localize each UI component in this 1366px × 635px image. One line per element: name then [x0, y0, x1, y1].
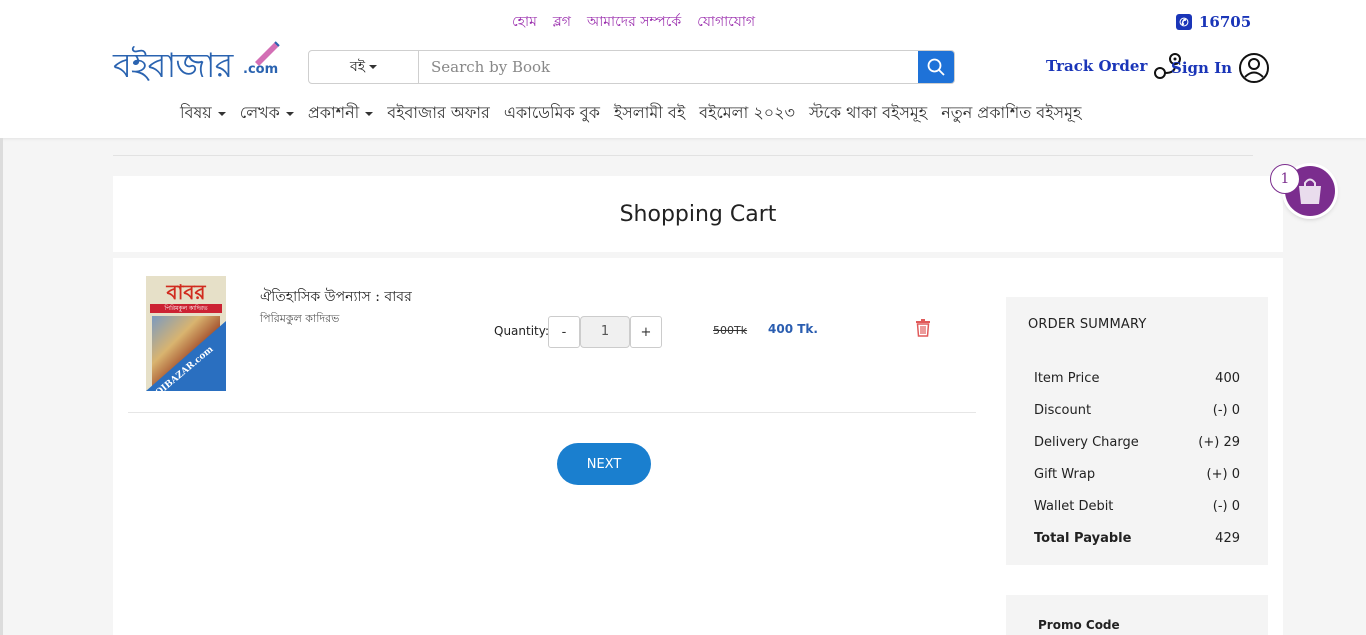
top-link-home[interactable]: হোম: [512, 10, 537, 34]
cart-count-badge: 1: [1270, 164, 1300, 194]
chevron-down-icon: [217, 111, 226, 116]
cover-corner: [146, 321, 226, 391]
summary-value: (-) 0: [1212, 403, 1240, 418]
page-title: Shopping Cart: [619, 202, 777, 227]
site-logo[interactable]: বইবাজার .com: [113, 40, 281, 86]
summary-row-discount: Discount (-) 0: [1034, 403, 1240, 418]
nav-label: বিষয়: [180, 103, 212, 122]
summary-label: Discount: [1034, 403, 1092, 418]
track-order-link[interactable]: Track Order: [1046, 52, 1183, 80]
nav-item-in-stock[interactable]: স্টকে থাকা বইসমূহ: [809, 100, 927, 127]
nav-item-new-releases[interactable]: নতুন প্রকাশিত বইসমূহ: [941, 100, 1081, 127]
top-link-about[interactable]: আমাদের সম্পর্কে: [587, 10, 681, 34]
nav-label: লেখক: [239, 103, 280, 122]
sign-in-label: Sign In: [1171, 59, 1233, 77]
nav-label: ইসলামী বই: [613, 103, 686, 122]
search-category-label: বই: [349, 59, 366, 75]
item-name[interactable]: ঐতিহাসিক উপন্যাস : বাবর: [260, 285, 412, 309]
nav-item-writer[interactable]: লেখক: [240, 100, 294, 127]
nav-item-bookfair[interactable]: বইমেলা ২০২৩: [699, 100, 795, 127]
quantity-field[interactable]: 1: [580, 316, 630, 348]
divider: [113, 155, 1253, 156]
hotline-number: 16705: [1199, 13, 1252, 31]
chevron-down-icon: [369, 65, 378, 69]
logo-text: বইবাজার: [113, 46, 233, 86]
nav-item-subject[interactable]: বিষয়: [180, 100, 226, 127]
nav-label: বইবাজার অফার: [387, 103, 490, 122]
item-author[interactable]: পিরিমকুল কাদিরভ: [260, 310, 339, 329]
order-summary-title: ORDER SUMMARY: [1028, 317, 1147, 332]
summary-value: (+) 29: [1198, 435, 1240, 450]
item-price: 400 Tk.: [768, 322, 818, 336]
top-links: হোম ব্লগ আমাদের সম্পর্কে যোগাযোগ: [512, 10, 755, 34]
page-edge: [0, 138, 3, 635]
top-link-blog[interactable]: ব্লগ: [553, 10, 571, 34]
book-cover[interactable]: বাবর পিরিমকুল কাদিরভ BOIBAZAR.com: [146, 276, 226, 391]
summary-label: Gift Wrap: [1034, 467, 1096, 482]
summary-label: Total Payable: [1034, 531, 1132, 546]
nav-item-publisher[interactable]: প্রকাশনী: [307, 100, 374, 127]
search-bar: বই: [308, 50, 955, 84]
summary-value: (+) 0: [1206, 467, 1240, 482]
cover-author: পিরিমকুল কাদিরভ: [150, 304, 222, 313]
phone-icon: ✆: [1176, 14, 1192, 30]
old-price: 500Tk: [713, 324, 748, 337]
user-icon: [1239, 53, 1270, 83]
next-button[interactable]: NEXT: [557, 443, 651, 485]
quantity-label: Quantity:: [494, 324, 550, 338]
shopping-bag-icon: [1299, 178, 1321, 204]
order-summary: ORDER SUMMARY Item Price 400 Discount (-) …: [1006, 297, 1268, 565]
summary-row-wallet: Wallet Debit (-) 0: [1034, 499, 1240, 514]
chevron-down-icon: [365, 111, 374, 116]
trash-icon: [916, 319, 930, 337]
search-button[interactable]: [918, 51, 954, 83]
page-title-card: Shopping Cart: [113, 176, 1283, 252]
summary-label: Delivery Charge: [1034, 435, 1139, 450]
promo-code-label: Promo Code: [1038, 618, 1120, 632]
summary-row-delivery: Delivery Charge (+) 29: [1034, 435, 1240, 450]
track-order-label: Track Order: [1046, 57, 1148, 75]
top-link-contact[interactable]: যোগাযোগ: [697, 10, 755, 34]
summary-row-total: Total Payable 429: [1034, 531, 1240, 546]
site-header: হোম ব্লগ আমাদের সম্পর্কে যোগাযোগ ✆ 16705…: [0, 0, 1366, 138]
nav-item-islamic[interactable]: ইসলামী বই: [614, 100, 685, 127]
main-nav: বিষয় লেখক প্রকাশনী বইবাজার অফার একাডেমি…: [180, 100, 1081, 127]
quantity-decrease-button[interactable]: -: [548, 316, 580, 348]
summary-label: Item Price: [1034, 371, 1100, 386]
nav-item-academic[interactable]: একাডেমিক বুক: [504, 100, 600, 127]
search-category-dropdown[interactable]: বই: [309, 51, 419, 83]
summary-row-item-price: Item Price 400: [1034, 371, 1240, 386]
summary-row-gift-wrap: Gift Wrap (+) 0: [1034, 467, 1240, 482]
search-icon: [927, 58, 945, 76]
nav-label: স্টকে থাকা বইসমূহ: [808, 103, 928, 122]
nav-label: নতুন প্রকাশিত বইসমূহ: [941, 103, 1082, 122]
summary-value: 429: [1215, 531, 1240, 546]
row-divider: [128, 412, 976, 413]
nav-item-offer[interactable]: বইবাজার অফার: [387, 100, 490, 127]
sign-in-link[interactable]: Sign In: [1171, 52, 1270, 84]
search-input[interactable]: [419, 51, 918, 83]
quantity-increase-button[interactable]: +: [630, 316, 662, 348]
nav-label: একাডেমিক বুক: [503, 103, 600, 122]
hotline[interactable]: ✆ 16705: [1176, 13, 1251, 31]
nav-label: প্রকাশনী: [307, 103, 360, 122]
summary-value: 400: [1215, 371, 1240, 386]
summary-value: (-) 0: [1212, 499, 1240, 514]
chevron-down-icon: [285, 111, 294, 116]
delete-item-button[interactable]: [915, 319, 931, 341]
summary-label: Wallet Debit: [1034, 499, 1114, 514]
promo-code-box: Promo Code: [1006, 595, 1268, 635]
nav-label: বইমেলা ২০২৩: [699, 103, 795, 122]
logo-pen-icon: [255, 41, 280, 66]
